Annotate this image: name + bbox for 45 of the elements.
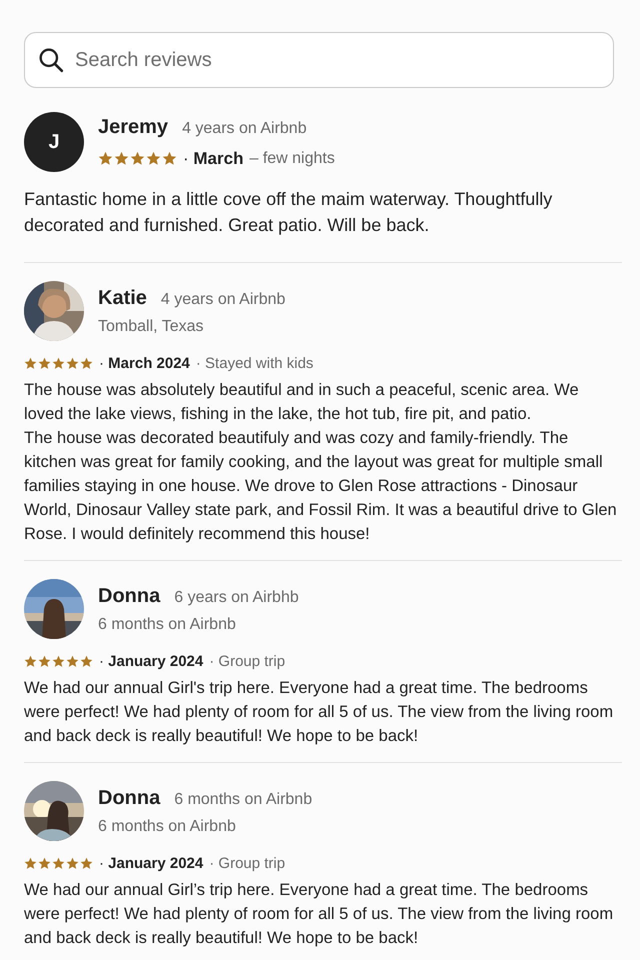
subtitle-text: 6 months on Airbnb <box>98 616 237 634</box>
trip-type: – few nights <box>249 150 335 168</box>
star-icon <box>80 655 93 668</box>
subtitle-text: Tomball, Texas <box>98 318 205 336</box>
star-icon <box>98 151 113 166</box>
star-icon <box>66 857 79 870</box>
subtitle-text: 6 months on Airbnb <box>98 818 237 836</box>
star-icon <box>24 857 37 870</box>
star-icon <box>24 655 37 668</box>
star-icon <box>80 857 93 870</box>
tenure-text: 6 months on Airbnb <box>174 790 312 808</box>
star-icon <box>52 857 65 870</box>
tenure-text: 6 years on Airbhb <box>174 588 299 606</box>
reviewer-name: Katie <box>98 286 147 310</box>
star-icon <box>66 655 79 668</box>
reviewer-name: Donna <box>98 584 160 608</box>
star-icon <box>38 857 51 870</box>
star-icon <box>52 655 65 668</box>
stay-date: · March 2024 <box>99 355 190 372</box>
star-icon <box>130 151 145 166</box>
star-icon <box>114 151 129 166</box>
star-icon <box>66 357 79 370</box>
star-icon <box>24 357 37 370</box>
stay-date: · January 2024 <box>99 653 204 670</box>
stay-date: · January 2024 <box>99 855 204 872</box>
review-text: We had our annual Girl's trip here. Everyone had a great time. The bedrooms were perfect! We had plenty of room for all 5 of us. The view from the living room and back deck is really beautiful! We hope to be back! <box>24 678 614 747</box>
stay-date: · March <box>183 148 244 168</box>
trip-type: · Group trip <box>209 855 286 872</box>
star-icon <box>146 151 161 166</box>
search-field[interactable]: Search reviews <box>24 32 614 88</box>
trip-type: · Stayed with kids <box>196 355 314 372</box>
star-icon <box>80 357 93 370</box>
star-icon <box>162 151 177 166</box>
reviewer-name: Jeremy <box>98 116 168 138</box>
review-text: The house was absolutely beautiful and in such a peaceful, scenic area. We loved the lake views, fishing in the lake, the hot tub, fire pit, and patio. The house was decorated beautifuly and was cozy and family-friendly. The kitchen was great for family cooking, and the layout was great for multiple small families staying in one house. We drove to Glen Rose attractions - Dinosaur World, Dinosaur Valley state park, and Fossil Rim. It was a beautiful drive to Glen Rose. I would definitely recommend this house! <box>24 380 618 545</box>
review-text: Fantastic home in a little cove off the maim waterway. Thoughtfully decorated and furnished. Great patio. Will be back. <box>24 188 554 237</box>
reviewer-name: Donna <box>98 786 160 810</box>
star-icon <box>38 655 51 668</box>
avatar: J <box>24 112 84 172</box>
star-icon <box>52 357 65 370</box>
tenure-text: 4 years on Airbnb <box>182 120 307 138</box>
tenure-text: 4 years on Airbnb <box>160 290 286 308</box>
trip-type: · Group trip <box>209 653 286 670</box>
review-text: We had our annual Girl’s trip here. Everyone had a great time. The bedrooms were perfect! We had plenty of room for all 5 of us. The view from the living room and back deck is really beautiful! We hope to be back! <box>24 880 614 949</box>
star-icon <box>38 357 51 370</box>
